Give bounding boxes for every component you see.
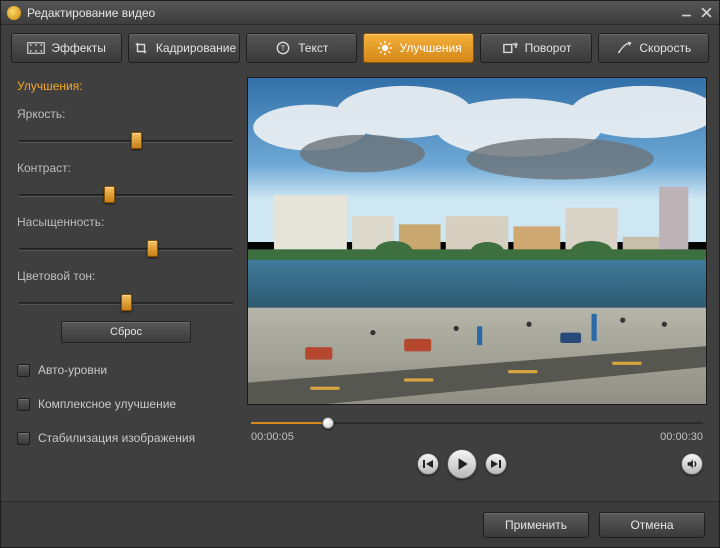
play-button[interactable]	[447, 449, 477, 479]
panel-header: Улучшения:	[17, 79, 235, 93]
tab-enhance[interactable]: Улучшения	[363, 33, 474, 63]
tab-effects[interactable]: Эффекты	[11, 33, 122, 63]
speed-icon	[615, 41, 633, 55]
tab-label: Улучшения	[400, 41, 462, 55]
editor-body: Улучшения: Яркость: Контраст: Насыщеннос…	[1, 71, 719, 501]
saturation-slider[interactable]	[19, 243, 233, 253]
hue-slider[interactable]	[19, 297, 233, 307]
tab-label: Эффекты	[51, 41, 106, 55]
dialog-footer: Применить Отмена	[1, 501, 719, 547]
complex-enhance-checkbox[interactable]	[17, 398, 30, 411]
tab-text[interactable]: T Текст	[246, 33, 357, 63]
text-icon: T	[274, 41, 292, 55]
complex-enhance-label: Комплексное улучшение	[38, 397, 176, 411]
tab-crop[interactable]: Кадрирование	[128, 33, 239, 63]
svg-text:T: T	[281, 46, 286, 53]
window-title: Редактирование видео	[27, 6, 155, 20]
hue-label: Цветовой тон:	[17, 269, 235, 283]
tab-label: Поворот	[525, 41, 572, 55]
contrast-label: Контраст:	[17, 161, 235, 175]
apply-button[interactable]: Применить	[483, 512, 589, 538]
reset-button[interactable]: Сброс	[61, 321, 191, 343]
preview-pane: 00:00:05 00:00:30	[247, 77, 707, 493]
tab-rotate[interactable]: Поворот	[480, 33, 591, 63]
preview-image	[248, 78, 706, 404]
brightness-label: Яркость:	[17, 107, 235, 121]
titlebar: Редактирование видео	[1, 1, 719, 25]
filmstrip-icon	[27, 41, 45, 55]
minimize-button[interactable]	[679, 6, 693, 20]
rotate-icon	[501, 41, 519, 55]
app-icon	[7, 6, 21, 20]
total-time: 00:00:30	[660, 431, 703, 443]
contrast-slider[interactable]	[19, 189, 233, 199]
prev-button[interactable]	[417, 453, 439, 475]
enhance-panel: Улучшения: Яркость: Контраст: Насыщеннос…	[17, 77, 235, 493]
video-edit-window: Редактирование видео Эффекты Кадрировани…	[0, 0, 720, 548]
crop-icon	[132, 41, 150, 55]
next-button[interactable]	[485, 453, 507, 475]
playback-controls	[251, 449, 703, 479]
tab-label: Скорость	[639, 41, 691, 55]
saturation-label: Насыщенность:	[17, 215, 235, 229]
close-button[interactable]	[699, 6, 713, 20]
brightness-slider[interactable]	[19, 135, 233, 145]
cancel-button[interactable]: Отмена	[599, 512, 705, 538]
tabs: Эффекты Кадрирование T Текст Улучшения По…	[1, 25, 719, 71]
video-preview	[247, 77, 707, 405]
auto-levels-label: Авто-уровни	[38, 363, 107, 377]
tab-label: Кадрирование	[156, 41, 236, 55]
tab-speed[interactable]: Скорость	[598, 33, 709, 63]
stabilize-label: Стабилизация изображения	[38, 431, 195, 445]
auto-levels-checkbox[interactable]	[17, 364, 30, 377]
stabilize-checkbox[interactable]	[17, 432, 30, 445]
tab-label: Текст	[298, 41, 328, 55]
enhance-icon	[376, 41, 394, 55]
volume-button[interactable]	[681, 453, 703, 475]
current-time: 00:00:05	[251, 431, 294, 443]
seek-bar[interactable]	[251, 417, 703, 429]
